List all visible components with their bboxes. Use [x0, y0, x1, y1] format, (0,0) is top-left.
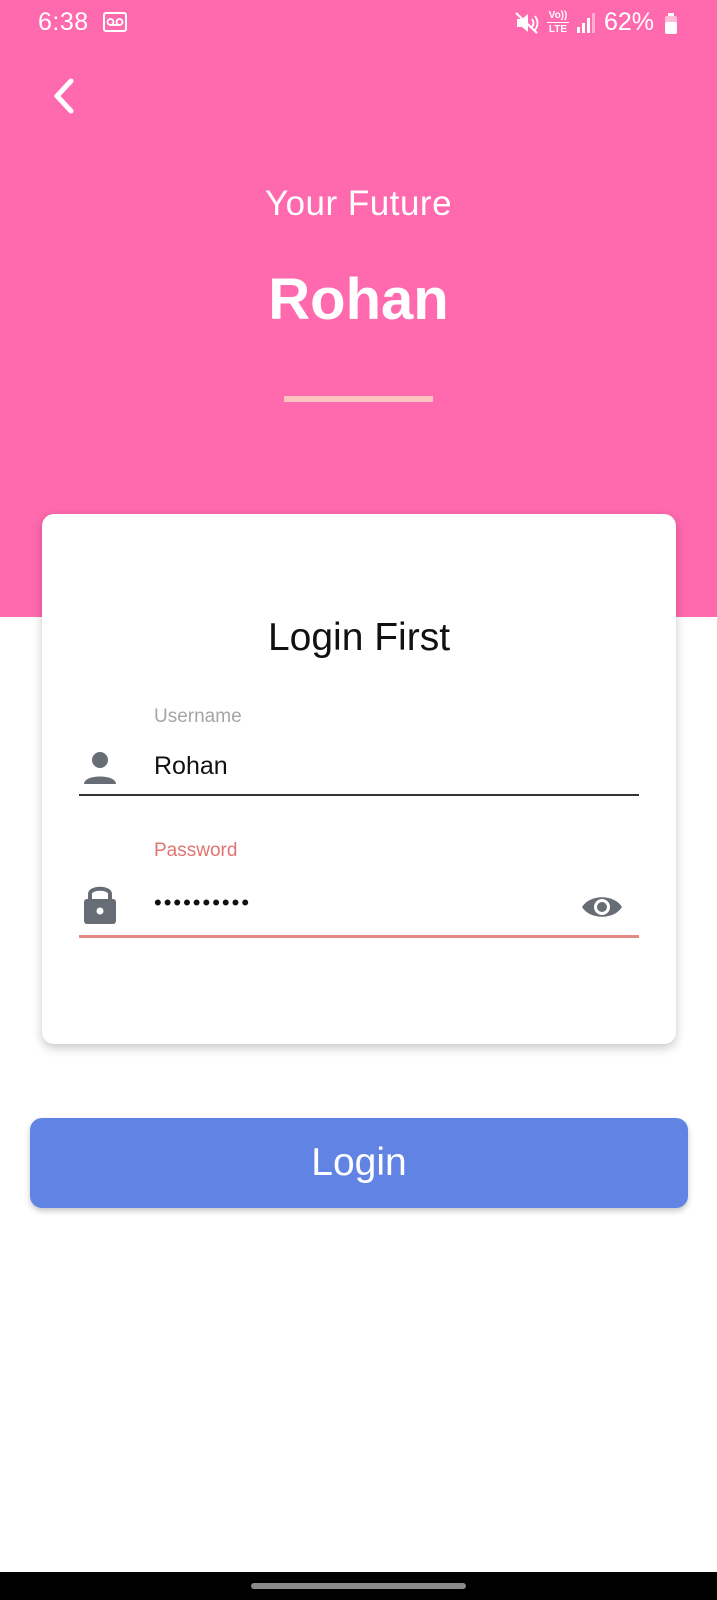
header-divider: [284, 396, 433, 402]
login-card: Login First Username Rohan Password ••••…: [42, 514, 676, 1044]
header-subtitle: Your Future: [264, 184, 453, 223]
password-input[interactable]: ••••••••••: [154, 890, 251, 916]
password-underline: [79, 935, 639, 938]
password-label: Password: [154, 840, 238, 861]
card-title: Login First: [267, 616, 451, 659]
volte-bottom-label: LTE: [547, 22, 569, 35]
back-button[interactable]: [44, 74, 84, 118]
mute-icon: [515, 12, 541, 39]
system-nav-bar: [0, 1572, 717, 1600]
chevron-left-icon: [54, 78, 74, 114]
eye-icon[interactable]: [580, 892, 624, 927]
volte-top-label: Vo)): [548, 10, 568, 21]
status-time: 6:38: [38, 8, 89, 36]
lock-icon: [82, 882, 118, 931]
login-button[interactable]: Login: [30, 1118, 688, 1208]
header-user-name: Rohan: [268, 267, 449, 332]
battery-percent: 62%: [604, 8, 655, 36]
signal-icon: [576, 13, 596, 38]
username-input[interactable]: Rohan: [154, 752, 228, 781]
battery-icon: [664, 13, 678, 40]
username-underline: [79, 794, 639, 796]
home-indicator[interactable]: [251, 1583, 466, 1589]
status-bar: 6:38 Vo)) LTE 62%: [0, 0, 717, 46]
username-label: Username: [154, 706, 242, 727]
voicemail-icon: [103, 12, 127, 37]
person-icon: [82, 750, 118, 791]
volte-icon: Vo)) LTE: [547, 10, 569, 35]
